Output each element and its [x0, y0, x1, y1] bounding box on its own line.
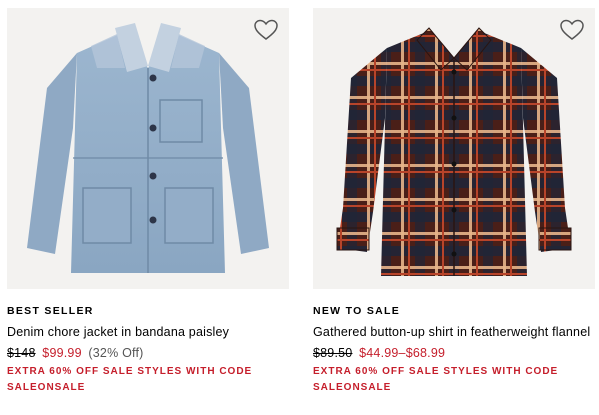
promo-text: EXTRA 60% OFF SALE STYLES WITH CODE SALE… — [7, 366, 253, 393]
plaid-shirt-image[interactable] — [313, 8, 595, 289]
product-price: $89.50 $44.99–$68.99 — [313, 345, 595, 362]
heart-icon[interactable] — [253, 18, 279, 42]
product-card[interactable]: NEW TO SALE Gathered button-up shirt in … — [313, 8, 595, 396]
product-name[interactable]: Gathered button-up shirt in featherweigh… — [313, 324, 595, 341]
product-name[interactable]: Denim chore jacket in bandana paisley — [7, 324, 289, 341]
sale-price: $99.99 — [42, 346, 82, 360]
product-image-container[interactable] — [313, 8, 595, 289]
product-card[interactable]: BEST SELLER Denim chore jacket in bandan… — [7, 8, 289, 396]
product-badge: BEST SELLER — [7, 305, 94, 317]
heart-icon[interactable] — [559, 18, 585, 42]
sale-price: $44.99–$68.99 — [359, 346, 446, 360]
product-badge: NEW TO SALE — [313, 305, 401, 317]
original-price: $148 — [7, 346, 36, 360]
product-image-container[interactable] — [7, 8, 289, 289]
promo-text: EXTRA 60% OFF SALE STYLES WITH CODE SALE… — [313, 366, 559, 393]
original-price: $89.50 — [313, 346, 353, 360]
product-price: $148 $99.99 (32% Off) — [7, 345, 289, 362]
discount-percent: (32% Off) — [88, 346, 144, 360]
denim-jacket-image[interactable] — [7, 8, 289, 289]
